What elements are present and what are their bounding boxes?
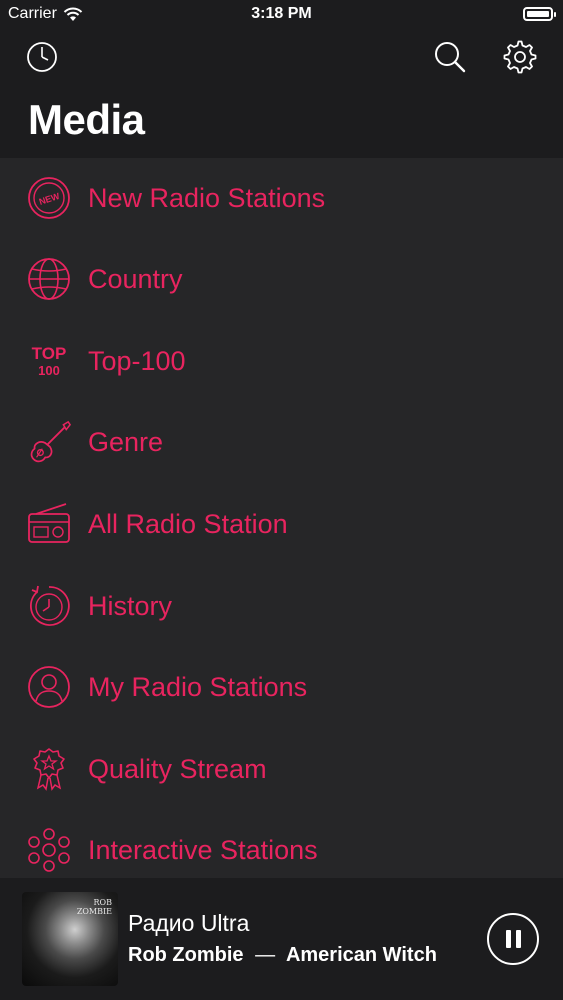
new-badge-icon: NEW [26,175,72,221]
menu-item-label: My Radio Stations [88,671,308,702]
track-separator: — [255,944,276,966]
menu-item-top-100[interactable]: TOP 100 Top-100 [0,321,563,401]
award-icon [26,746,72,792]
status-bar: Carrier 3:18 PM [0,0,563,30]
menu-item-interactive-stations[interactable]: Interactive Stations [0,810,563,878]
menu-item-label: Interactive Stations [88,834,318,865]
artist-name: Rob Zombie [128,944,244,966]
media-menu: NEW New Radio Stations Country TOP 100 T… [0,158,563,878]
menu-item-label: Quality Stream [88,753,267,784]
battery-icon [523,7,556,21]
user-icon [26,664,72,710]
radio-icon [26,501,72,547]
history-icon [26,583,72,629]
svg-text:NEW: NEW [38,191,62,207]
pause-icon [506,930,511,948]
menu-item-label: Genre [88,426,164,457]
menu-item-my-radio-stations[interactable]: My Radio Stations [0,647,563,727]
top-100-icon-bottom: 100 [38,363,60,378]
top-100-icon-top: TOP [31,344,67,363]
menu-item-country[interactable]: Country [0,239,563,319]
album-art-text-line: ZOMBIE [76,907,112,916]
globe-icon [26,256,72,302]
menu-item-label: New Radio Stations [88,182,326,213]
menu-item-history[interactable]: History [0,566,563,646]
top-100-icon: TOP 100 [26,338,72,384]
page-title: Media [28,96,145,143]
menu-item-label: Top-100 [88,345,186,376]
menu-item-all-radio-station[interactable]: All Radio Station [0,484,563,564]
pause-icon [516,930,521,948]
mini-player[interactable]: ROB ZOMBIE Радио Ultra Rob Zombie — Amer… [0,878,563,1000]
track-name: American Witch [285,944,437,966]
menu-item-quality-stream[interactable]: Quality Stream [0,729,563,809]
menu-item-label: History [88,590,173,621]
gear-icon[interactable] [500,38,540,76]
track-info: Rob Zombie — American Witch [128,944,437,967]
menu-item-label: All Radio Station [88,508,288,539]
molecule-icon [26,827,72,873]
album-art: ROB ZOMBIE [22,892,118,986]
battery-level [527,11,549,17]
nav-bar: Media [0,30,563,158]
pause-button[interactable] [487,913,539,965]
station-name: Радио Ultra [128,910,250,936]
menu-item-genre[interactable]: Genre [0,402,563,482]
guitar-icon [26,419,72,465]
menu-item-label: Country [88,263,183,294]
clock-icon[interactable] [24,40,60,74]
status-time: 3:18 PM [251,5,312,22]
search-icon[interactable] [430,38,470,76]
menu-item-new-radio-stations[interactable]: NEW New Radio Stations [0,158,563,238]
album-art-text-line: ROB [93,898,112,907]
